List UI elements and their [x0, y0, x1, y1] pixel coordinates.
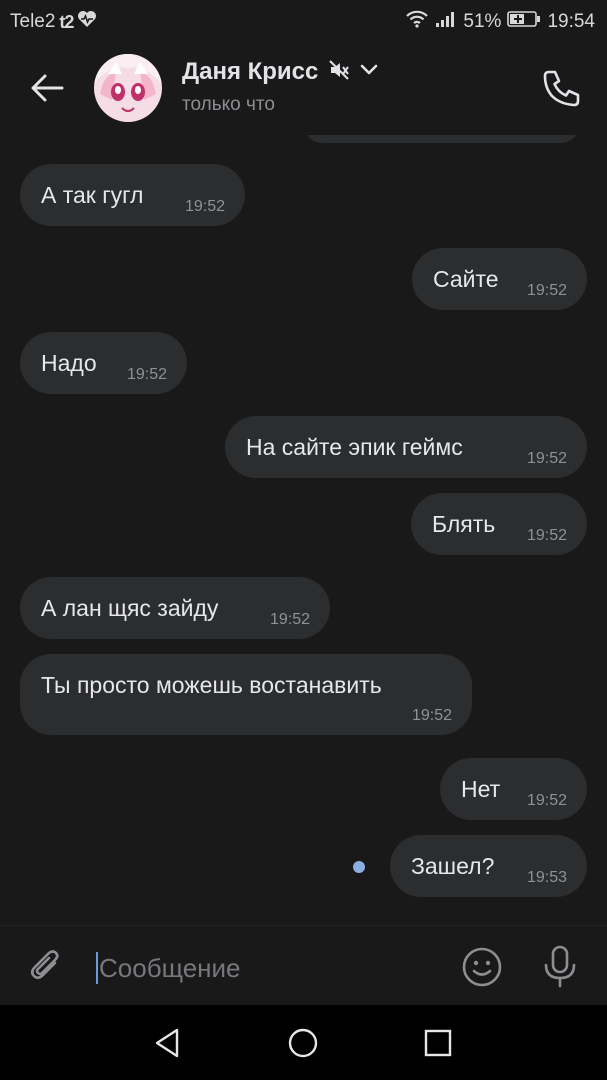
message-bubble[interactable]: Сайте 19:52: [412, 248, 587, 310]
avatar[interactable]: [94, 54, 162, 122]
nav-recents-button[interactable]: [420, 1025, 456, 1061]
message-time: 19:52: [526, 792, 567, 809]
nav-home-button[interactable]: [285, 1025, 321, 1061]
status-bar: Tele2 t2 51% 19:54: [0, 0, 607, 40]
message-text: Сайте: [433, 266, 499, 292]
contact-name-row[interactable]: Даня Крисс: [182, 58, 378, 86]
mute-icon: [328, 59, 350, 86]
message-list[interactable]: А так гугл 19:52 Сайте 19:52 Надо 19:52 …: [0, 135, 607, 925]
message-text: На сайте эпик геймс: [246, 434, 463, 460]
message-bubble[interactable]: Ты просто можешь востанавить 19:52: [20, 654, 472, 735]
message-input[interactable]: Сообщение: [96, 952, 241, 984]
chat-header: Даня Крисс только что: [0, 40, 607, 135]
message-text: Нет: [461, 776, 501, 802]
attach-button[interactable]: [28, 948, 66, 986]
status-left: Tele2 t2: [10, 10, 97, 34]
message-text: Блять: [432, 511, 496, 537]
message-text: Зашел?: [411, 853, 495, 879]
health-heart-icon: [77, 10, 97, 34]
nav-back-button[interactable]: [151, 1025, 187, 1061]
message-text: Ты просто можешь востанавить: [41, 672, 382, 698]
status-right: 51% 19:54: [405, 10, 595, 34]
system-navigation-bar: [0, 1005, 607, 1080]
nav-back-icon: [155, 1028, 179, 1058]
nav-recents-icon: [424, 1029, 452, 1057]
paperclip-icon: [30, 950, 59, 980]
call-button[interactable]: [540, 66, 584, 110]
message-text: А так гугл: [41, 182, 144, 208]
clock-time: 19:54: [547, 11, 595, 32]
microphone-icon: [544, 945, 576, 988]
message-time: 19:52: [526, 527, 567, 544]
message-bubble[interactable]: А лан щяс зайду 19:52: [20, 577, 330, 639]
chevron-down-icon: [360, 63, 378, 82]
message-bubble[interactable]: На сайте эпик геймс 19:52: [225, 416, 587, 478]
message-time: 19:52: [184, 198, 225, 215]
battery-percent: 51%: [463, 11, 502, 32]
carrier-name: Tele2: [10, 11, 56, 32]
back-arrow-icon: [31, 74, 64, 102]
nav-home-icon: [288, 1028, 318, 1058]
phone-icon: [543, 70, 580, 107]
message-bubble[interactable]: А так гугл 19:52: [20, 164, 245, 226]
message-bubble[interactable]: Зашел? 19:53: [390, 835, 587, 897]
operator-logo: t2: [59, 11, 74, 32]
emoji-button[interactable]: [461, 946, 503, 988]
message-bubble-partial: [304, 135, 579, 143]
message-bubble[interactable]: Надо 19:52: [20, 332, 187, 394]
message-time: 19:52: [411, 707, 452, 724]
smile-icon: [462, 947, 502, 987]
contact-status: только что: [182, 94, 275, 115]
battery-charging-icon: [507, 10, 541, 34]
voice-message-button[interactable]: [540, 944, 580, 990]
message-bubble[interactable]: Нет 19:52: [440, 758, 587, 820]
message-time: 19:52: [526, 282, 567, 299]
unread-indicator: [353, 861, 365, 873]
signal-icon: [435, 10, 457, 34]
message-time: 19:52: [126, 366, 167, 383]
contact-name: Даня Крисс: [182, 58, 319, 85]
message-text: Надо: [41, 350, 97, 376]
message-composer: Сообщение: [0, 925, 607, 1006]
message-text: А лан щяс зайду: [41, 595, 219, 621]
back-button[interactable]: [28, 68, 68, 108]
message-time: 19:53: [526, 869, 567, 886]
message-time: 19:52: [269, 611, 310, 628]
message-time: 19:52: [526, 450, 567, 467]
wifi-icon: [405, 10, 429, 34]
message-bubble[interactable]: Блять 19:52: [411, 493, 587, 555]
